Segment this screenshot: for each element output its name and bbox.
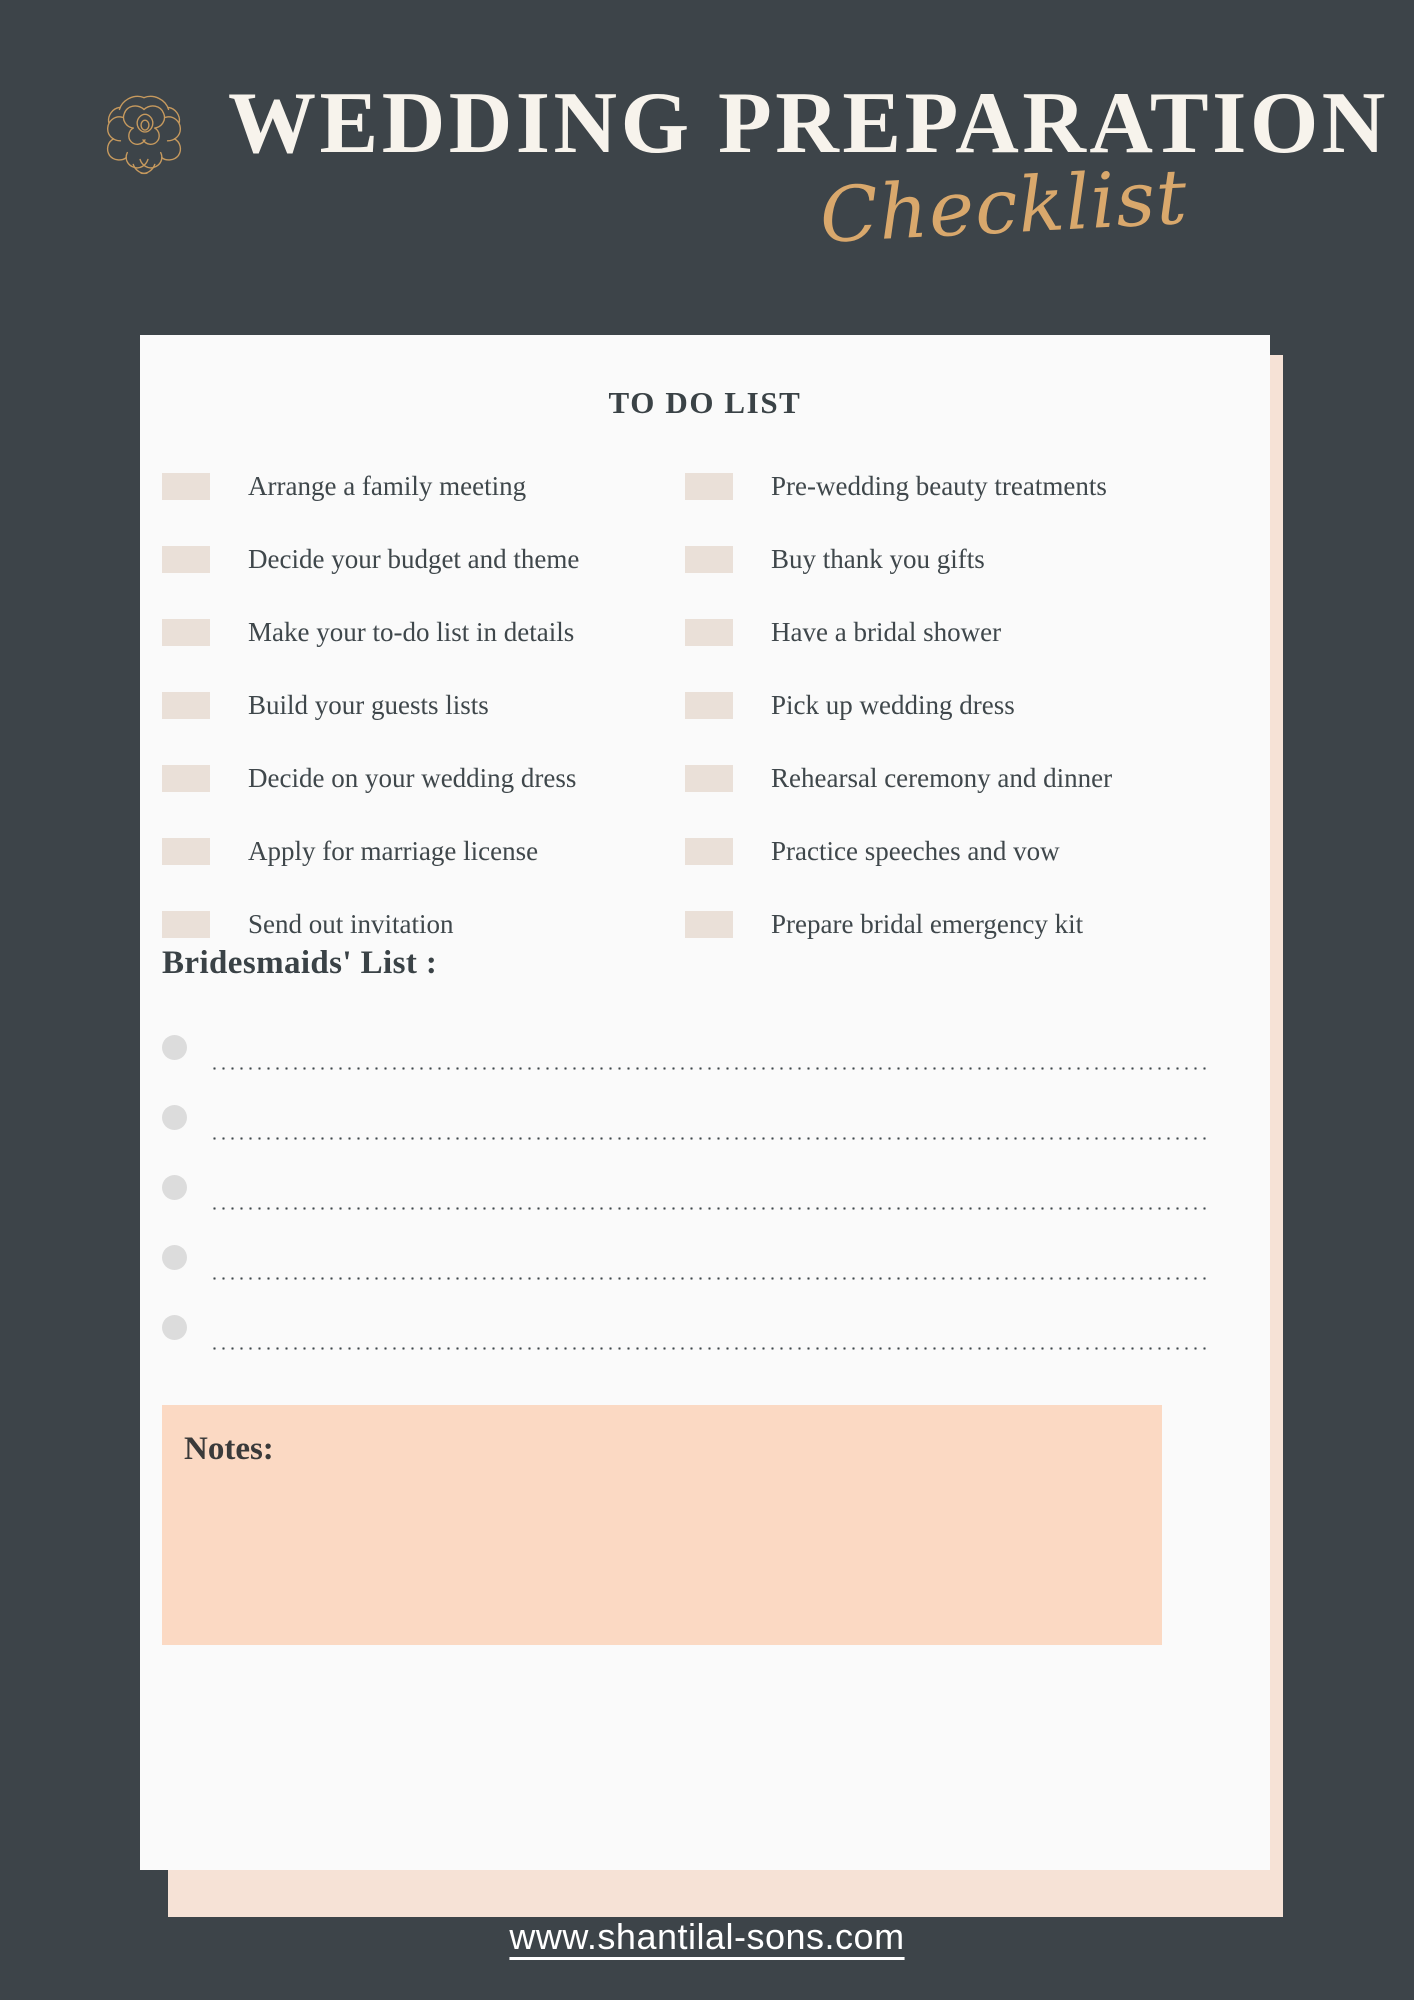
website-url-link[interactable]: www.shantilal-sons.com	[509, 1916, 904, 1957]
todo-item-label: Pre-wedding beauty treatments	[771, 471, 1107, 501]
checkbox-icon[interactable]	[162, 546, 210, 573]
todo-item[interactable]: Make your to-do list in details	[162, 596, 675, 669]
bullet-icon	[162, 1245, 187, 1270]
page-header: WEDDING PREPARATION Checklist	[0, 0, 1414, 330]
todo-item-label: Prepare bridal emergency kit	[771, 909, 1084, 939]
todo-item[interactable]: Decide your budget and theme	[162, 523, 675, 596]
todo-item-label: Practice speeches and vow	[771, 836, 1060, 866]
todo-column-right: Pre-wedding beauty treatments Buy thank …	[675, 450, 1210, 961]
write-in-line[interactable]	[210, 1277, 1210, 1280]
todo-item[interactable]: Prepare bridal emergency kit	[685, 888, 1210, 961]
checkbox-icon[interactable]	[162, 692, 210, 719]
bridesmaid-entry-row[interactable]	[140, 1095, 1270, 1165]
checkbox-icon[interactable]	[162, 911, 210, 938]
write-in-line[interactable]	[210, 1137, 1210, 1140]
page-footer: www.shantilal-sons.com	[0, 1916, 1414, 1958]
todo-item[interactable]: Practice speeches and vow	[685, 815, 1210, 888]
todo-item-label: Make your to-do list in details	[248, 617, 575, 647]
todo-item[interactable]: Apply for marriage license	[162, 815, 675, 888]
write-in-line[interactable]	[210, 1067, 1210, 1070]
bridesmaid-entry-row[interactable]	[140, 1025, 1270, 1095]
todo-item-label: Send out invitation	[248, 909, 454, 939]
todo-column-left: Arrange a family meeting Decide your bud…	[140, 450, 675, 961]
bullet-icon	[162, 1105, 187, 1130]
bullet-icon	[162, 1175, 187, 1200]
checkbox-icon[interactable]	[685, 911, 733, 938]
todo-item[interactable]: Pick up wedding dress	[685, 669, 1210, 742]
todo-item-label: Apply for marriage license	[248, 836, 539, 866]
rose-flower-icon	[90, 78, 198, 186]
todo-item[interactable]: Rehearsal ceremony and dinner	[685, 742, 1210, 815]
checkbox-icon[interactable]	[162, 619, 210, 646]
todo-list: Arrange a family meeting Decide your bud…	[140, 450, 1270, 961]
write-in-line[interactable]	[210, 1207, 1210, 1210]
checkbox-icon[interactable]	[685, 546, 733, 573]
notes-box[interactable]: Notes:	[162, 1405, 1162, 1645]
checkbox-icon[interactable]	[685, 765, 733, 792]
todo-item-label: Build your guests lists	[248, 690, 489, 720]
todo-item[interactable]: Arrange a family meeting	[162, 450, 675, 523]
todo-item[interactable]: Pre-wedding beauty treatments	[685, 450, 1210, 523]
todo-item-label: Decide your budget and theme	[248, 544, 580, 574]
todo-item-label: Rehearsal ceremony and dinner	[771, 763, 1113, 793]
todo-item-label: Have a bridal shower	[771, 617, 1002, 647]
checkbox-icon[interactable]	[162, 765, 210, 792]
bridesmaid-entry-row[interactable]	[140, 1235, 1270, 1305]
bridesmaid-entry-row[interactable]	[140, 1305, 1270, 1375]
bridesmaids-list	[140, 1025, 1270, 1375]
checkbox-icon[interactable]	[685, 473, 733, 500]
checkbox-icon[interactable]	[685, 692, 733, 719]
notes-label: Notes:	[184, 1431, 274, 1467]
page-subtitle-script: Checklist	[817, 151, 1190, 260]
write-in-line[interactable]	[210, 1347, 1210, 1350]
bullet-icon	[162, 1315, 187, 1340]
todo-item-label: Pick up wedding dress	[771, 690, 1015, 720]
todo-item[interactable]: Build your guests lists	[162, 669, 675, 742]
bridesmaids-list-heading: Bridesmaids' List :	[162, 945, 438, 981]
todo-item[interactable]: Buy thank you gifts	[685, 523, 1210, 596]
checkbox-icon[interactable]	[685, 838, 733, 865]
checklist-card: TO DO LIST Arrange a family meeting Deci…	[140, 335, 1270, 1870]
checkbox-icon[interactable]	[162, 838, 210, 865]
checkbox-icon[interactable]	[162, 473, 210, 500]
todo-item-label: Buy thank you gifts	[771, 544, 985, 574]
checkbox-icon[interactable]	[685, 619, 733, 646]
bullet-icon	[162, 1035, 187, 1060]
todo-item-label: Decide on your wedding dress	[248, 763, 577, 793]
todo-list-heading: TO DO LIST	[608, 385, 802, 420]
bridesmaid-entry-row[interactable]	[140, 1165, 1270, 1235]
todo-item[interactable]: Have a bridal shower	[685, 596, 1210, 669]
todo-item-label: Arrange a family meeting	[248, 471, 527, 501]
todo-item[interactable]: Decide on your wedding dress	[162, 742, 675, 815]
